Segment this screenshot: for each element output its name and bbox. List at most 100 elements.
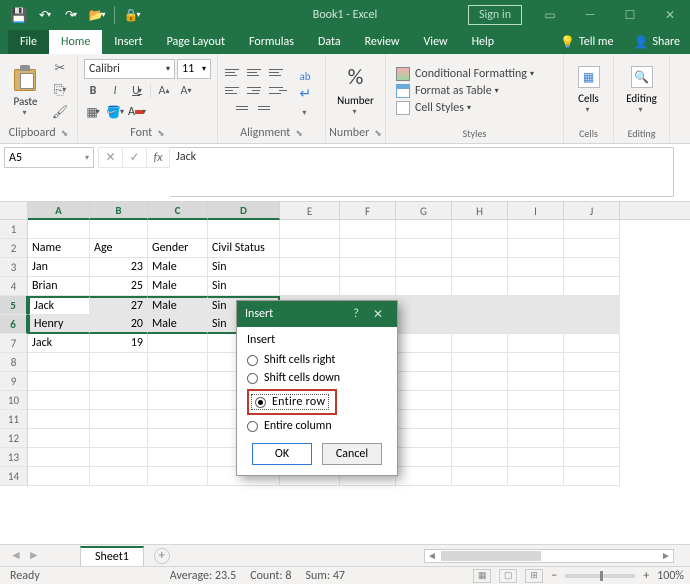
- radio-entire-row[interactable]: Entire row: [251, 394, 329, 410]
- cell[interactable]: 20: [90, 315, 148, 334]
- column-header[interactable]: A: [28, 202, 90, 220]
- cell[interactable]: [452, 429, 508, 448]
- cell[interactable]: [396, 315, 452, 334]
- grid-row[interactable]: 2NameAgeGenderCivil Status: [0, 239, 690, 258]
- cell[interactable]: [90, 372, 148, 391]
- tab-data[interactable]: Data: [306, 30, 353, 54]
- cell[interactable]: [90, 467, 148, 486]
- cell[interactable]: [396, 467, 452, 486]
- cell[interactable]: [396, 448, 452, 467]
- cell[interactable]: [508, 353, 564, 372]
- cell[interactable]: [452, 467, 508, 486]
- maximize-icon[interactable]: ☐: [610, 0, 650, 30]
- align-bottom-icon[interactable]: [269, 65, 287, 79]
- cell[interactable]: Gender: [148, 239, 208, 258]
- cell[interactable]: [564, 220, 620, 239]
- align-center-icon[interactable]: [247, 83, 265, 97]
- select-all-corner[interactable]: [0, 202, 28, 220]
- column-header[interactable]: D: [208, 202, 280, 220]
- cell[interactable]: [564, 296, 620, 315]
- alignment-dialog-launcher-icon[interactable]: ⬊: [295, 128, 303, 139]
- cell[interactable]: [452, 277, 508, 296]
- bold-button[interactable]: B: [84, 82, 102, 100]
- cell[interactable]: [564, 467, 620, 486]
- redo-icon[interactable]: ↷▾: [58, 2, 84, 28]
- row-header[interactable]: 2: [0, 239, 28, 258]
- cut-icon[interactable]: ✂: [49, 59, 71, 77]
- editing-button[interactable]: 🔍Editing▾: [620, 66, 663, 115]
- zoom-level[interactable]: 100%: [657, 569, 684, 583]
- cell[interactable]: [90, 220, 148, 239]
- paste-button[interactable]: Paste ▾: [6, 63, 45, 118]
- font-size-select[interactable]: 11▾: [177, 59, 211, 79]
- cell[interactable]: [148, 220, 208, 239]
- align-middle-icon[interactable]: [247, 65, 265, 79]
- cell[interactable]: [452, 448, 508, 467]
- cell[interactable]: [148, 429, 208, 448]
- cell[interactable]: [28, 372, 90, 391]
- sheet-nav-prev-icon[interactable]: ◄: [10, 548, 22, 563]
- cell[interactable]: [396, 334, 452, 353]
- format-painter-icon[interactable]: 🖌: [49, 103, 71, 121]
- cell[interactable]: [396, 258, 452, 277]
- cell[interactable]: [148, 391, 208, 410]
- close-window-icon[interactable]: ✕: [650, 0, 690, 30]
- row-header[interactable]: 5: [0, 296, 28, 315]
- cell[interactable]: [396, 391, 452, 410]
- share-button[interactable]: 👤Share: [623, 30, 690, 54]
- cell[interactable]: [508, 296, 564, 315]
- sheet-nav-next-icon[interactable]: ►: [28, 548, 40, 563]
- cell[interactable]: [508, 467, 564, 486]
- increase-indent-icon[interactable]: [258, 101, 276, 115]
- decrease-font-icon[interactable]: A▾: [177, 82, 195, 100]
- cells-button[interactable]: ▦Cells▾: [570, 66, 607, 115]
- cell[interactable]: Name: [28, 239, 90, 258]
- tab-home[interactable]: Home: [49, 30, 102, 54]
- cell[interactable]: [508, 239, 564, 258]
- cell[interactable]: [148, 467, 208, 486]
- cell-styles-button[interactable]: Cell Styles▾: [396, 101, 557, 115]
- column-header[interactable]: I: [508, 202, 564, 220]
- page-break-view-icon[interactable]: ⊞: [525, 569, 543, 583]
- horizontal-scrollbar[interactable]: ◄►: [424, 549, 674, 563]
- name-box[interactable]: A5▾: [4, 147, 94, 168]
- cell[interactable]: [564, 353, 620, 372]
- cell[interactable]: [148, 334, 208, 353]
- tab-insert[interactable]: Insert: [102, 30, 154, 54]
- cell[interactable]: [508, 220, 564, 239]
- cell[interactable]: [90, 448, 148, 467]
- cell[interactable]: Jack: [28, 334, 90, 353]
- row-header[interactable]: 3: [0, 258, 28, 277]
- column-header[interactable]: F: [340, 202, 396, 220]
- cell[interactable]: [452, 315, 508, 334]
- cell[interactable]: Civil Status: [208, 239, 280, 258]
- cell[interactable]: 27: [90, 296, 148, 315]
- cell[interactable]: [340, 239, 396, 258]
- cell[interactable]: [508, 372, 564, 391]
- cell[interactable]: [148, 353, 208, 372]
- cell[interactable]: [564, 334, 620, 353]
- radio-entire-column[interactable]: Entire column: [247, 417, 387, 435]
- tab-review[interactable]: Review: [353, 30, 412, 54]
- normal-view-icon[interactable]: ▦: [473, 569, 491, 583]
- cell[interactable]: Age: [90, 239, 148, 258]
- row-header[interactable]: 6: [0, 315, 28, 334]
- row-header[interactable]: 10: [0, 391, 28, 410]
- cell[interactable]: [396, 296, 452, 315]
- cell[interactable]: [90, 429, 148, 448]
- cell[interactable]: [452, 372, 508, 391]
- cell[interactable]: Sin: [208, 258, 280, 277]
- clipboard-dialog-launcher-icon[interactable]: ⬊: [61, 128, 69, 139]
- cell[interactable]: [28, 391, 90, 410]
- cell[interactable]: [28, 448, 90, 467]
- cell[interactable]: Jan: [28, 258, 90, 277]
- cell[interactable]: [28, 467, 90, 486]
- italic-button[interactable]: I: [106, 82, 124, 100]
- cell[interactable]: Male: [148, 296, 208, 315]
- row-header[interactable]: 13: [0, 448, 28, 467]
- row-header[interactable]: 12: [0, 429, 28, 448]
- cell[interactable]: [148, 410, 208, 429]
- row-header[interactable]: 9: [0, 372, 28, 391]
- ok-button[interactable]: OK: [252, 443, 312, 465]
- cell[interactable]: 23: [90, 258, 148, 277]
